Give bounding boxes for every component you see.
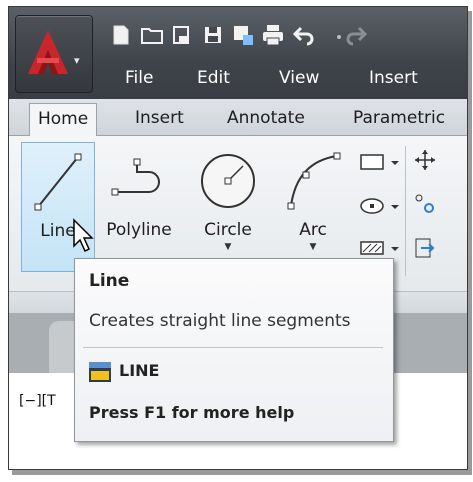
- chevron-down-icon[interactable]: ▼: [187, 242, 269, 252]
- menu-insert[interactable]: Insert: [369, 63, 418, 93]
- circle-tool-label: Circle: [204, 220, 252, 240]
- menu-edit[interactable]: Edit: [197, 63, 230, 93]
- sheet-set-icon[interactable]: [170, 23, 194, 47]
- polyline-icon: [111, 158, 160, 196]
- save-icon[interactable]: [201, 23, 225, 47]
- autocad-logo-icon: [28, 30, 68, 74]
- tooltip-command: LINE: [119, 361, 160, 380]
- polyline-tool-label: Polyline: [106, 220, 172, 240]
- print-icon[interactable]: [261, 23, 285, 47]
- menu-file[interactable]: File: [125, 63, 153, 93]
- line-icon: [34, 153, 82, 211]
- panel-divider: [405, 146, 406, 276]
- tab-insert[interactable]: Insert: [127, 103, 192, 135]
- menu-view[interactable]: View: [279, 63, 319, 93]
- tab-annotate[interactable]: Annotate: [219, 103, 313, 135]
- tooltip-help: Press F1 for more help: [89, 403, 295, 422]
- tab-home[interactable]: Home: [29, 103, 98, 136]
- undo-icon[interactable]: [292, 23, 316, 47]
- tooltip-description: Creates straight line segments: [89, 311, 351, 331]
- chevron-down-icon: ▾: [74, 54, 80, 67]
- arc-tool-button[interactable]: Arc ▼: [273, 142, 353, 270]
- hatch-icon[interactable]: [357, 236, 401, 260]
- ribbon-tabs: Home Insert Annotate Parametric: [9, 99, 467, 136]
- title-bar: ▾ File Edit View Insert: [9, 7, 467, 99]
- mouse-cursor-icon: [73, 218, 94, 253]
- open-folder-icon[interactable]: [140, 23, 164, 47]
- tooltip-divider: [83, 347, 383, 348]
- new-file-icon[interactable]: [109, 23, 133, 47]
- save-as-icon[interactable]: [231, 23, 255, 47]
- arc-icon: [287, 152, 341, 210]
- circle-icon: [201, 154, 255, 208]
- stretch-icon[interactable]: [413, 236, 437, 260]
- tooltip-title: Line: [89, 271, 130, 291]
- redo-icon[interactable]: [344, 23, 368, 47]
- line-tooltip: Line Creates straight line segments LINE…: [74, 258, 394, 442]
- rectangle-icon[interactable]: [357, 150, 401, 174]
- chevron-down-icon[interactable]: ▼: [273, 242, 353, 252]
- tab-parametric[interactable]: Parametric: [345, 103, 453, 135]
- command-line-icon: [89, 362, 111, 382]
- application-menu-button[interactable]: ▾: [15, 15, 93, 93]
- ellipse-icon[interactable]: [357, 194, 401, 218]
- move-icon[interactable]: [413, 148, 437, 172]
- copy-icon[interactable]: [413, 192, 437, 216]
- viewport-controls-label[interactable]: [−][T: [19, 393, 56, 409]
- arc-tool-label: Arc: [299, 220, 327, 240]
- polyline-tool-button[interactable]: Polyline: [95, 142, 183, 270]
- circle-tool-button[interactable]: Circle ▼: [187, 142, 269, 270]
